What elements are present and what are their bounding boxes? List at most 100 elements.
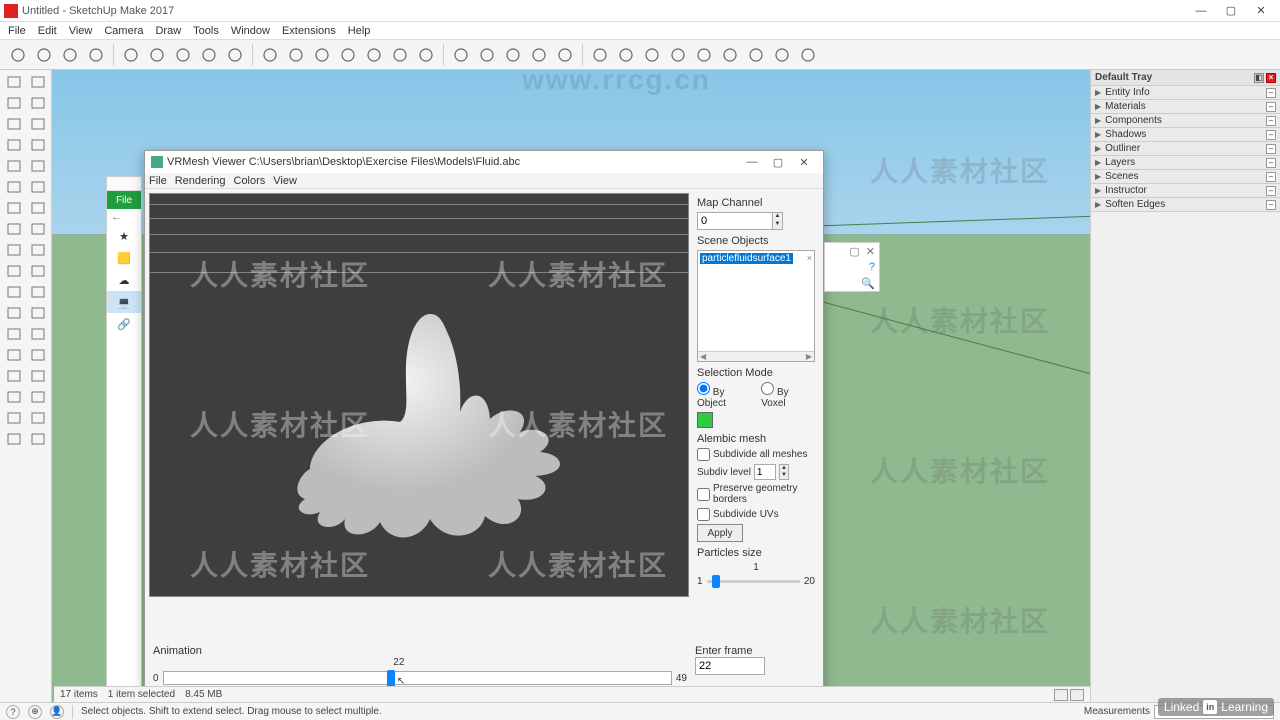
tray-item-soften-edges[interactable]: ▶Soften Edges– xyxy=(1091,198,1280,212)
tray-collapse-icon[interactable]: – xyxy=(1266,200,1276,210)
ring-icon[interactable] xyxy=(744,43,768,67)
tray-item-materials[interactable]: ▶Materials– xyxy=(1091,100,1280,114)
tray-collapse-icon[interactable]: – xyxy=(1266,88,1276,98)
freehand-icon[interactable] xyxy=(26,114,49,134)
selection-color-swatch[interactable] xyxy=(697,412,713,428)
dialog-menu-view[interactable]: View xyxy=(273,175,297,187)
tape-icon[interactable] xyxy=(2,282,25,302)
person-icon[interactable]: 👤 xyxy=(50,705,64,719)
zoom-icon[interactable] xyxy=(2,345,25,365)
enter-frame-input[interactable] xyxy=(695,657,765,675)
explorer-onedrive-icon[interactable]: ☁ xyxy=(107,269,141,291)
subdiv-level-input[interactable] xyxy=(754,464,776,480)
tray-close-icon[interactable]: × xyxy=(1266,73,1276,83)
paint-icon[interactable] xyxy=(2,93,25,113)
shape-star-icon[interactable] xyxy=(362,43,386,67)
protractor-icon[interactable] xyxy=(26,282,49,302)
geo-icon[interactable]: ⊕ xyxy=(28,705,42,719)
fragment-close-icon[interactable]: ✕ xyxy=(866,245,875,257)
cube-multi-icon[interactable] xyxy=(614,43,638,67)
explorer-quick-access-icon[interactable]: ★ xyxy=(107,225,141,247)
view-details-icon[interactable] xyxy=(1054,689,1068,701)
shape-circle-icon[interactable] xyxy=(284,43,308,67)
box-icon[interactable] xyxy=(475,43,499,67)
walk-icon[interactable] xyxy=(2,387,25,407)
dialog-minimize-button[interactable]: — xyxy=(739,152,765,172)
tray-item-components[interactable]: ▶Components– xyxy=(1091,114,1280,128)
prev-icon[interactable] xyxy=(26,408,49,428)
layer-icon[interactable] xyxy=(119,43,143,67)
material-icon[interactable] xyxy=(553,43,577,67)
fragment-search-icon[interactable]: 🔍 xyxy=(861,277,875,289)
viewport[interactable]: www.rrcg.cn 人人素材社区 人人素材社区 人人素材社区 人人素材社区 … xyxy=(52,70,1090,702)
cube-solid-icon[interactable] xyxy=(692,43,716,67)
spring-icon[interactable] xyxy=(527,43,551,67)
pie-icon[interactable] xyxy=(26,177,49,197)
pencil-icon[interactable] xyxy=(2,114,25,134)
cube-outline-icon[interactable] xyxy=(666,43,690,67)
tray-item-shadows[interactable]: ▶Shadows– xyxy=(1091,128,1280,142)
window-close-button[interactable]: ✕ xyxy=(1246,1,1276,21)
scale-icon[interactable] xyxy=(2,240,25,260)
menu-help[interactable]: Help xyxy=(344,25,375,37)
tray-collapse-icon[interactable]: – xyxy=(1266,158,1276,168)
cloud-icon[interactable] xyxy=(84,43,108,67)
map-channel-spinner[interactable]: ▲▼ xyxy=(773,212,783,230)
explorer-file-tab[interactable]: File xyxy=(107,191,141,209)
scene-objects-listbox[interactable]: particlefluidsurface1 × ◀▶ xyxy=(697,250,815,362)
shape-hex-icon[interactable] xyxy=(336,43,360,67)
apply-button[interactable]: Apply xyxy=(697,524,743,542)
fragment-maximize-icon[interactable]: ▢ xyxy=(849,245,859,257)
subdivide-uvs-checkbox[interactable]: Subdivide UVs xyxy=(697,508,815,521)
layer-front-icon[interactable] xyxy=(145,43,169,67)
arc-icon[interactable] xyxy=(2,177,25,197)
fragment-help-icon[interactable]: ? xyxy=(869,261,875,273)
menu-view[interactable]: View xyxy=(65,25,97,37)
shape-rect-icon[interactable] xyxy=(258,43,282,67)
menu-draw[interactable]: Draw xyxy=(151,25,185,37)
tray-collapse-icon[interactable]: – xyxy=(1266,130,1276,140)
circle-tool-icon[interactable] xyxy=(2,156,25,176)
animation-slider[interactable]: ↖ xyxy=(163,671,672,685)
tray-item-entity-info[interactable]: ▶Entity Info– xyxy=(1091,86,1280,100)
circle-icon[interactable] xyxy=(32,43,56,67)
shape-arc-icon[interactable] xyxy=(414,43,438,67)
scene-objects-scrollbar[interactable]: ◀▶ xyxy=(698,351,814,361)
dimension-icon[interactable] xyxy=(2,324,25,344)
zoom-extents-icon[interactable] xyxy=(26,345,49,365)
explorer-desktop-icon[interactable]: 🟨 xyxy=(107,247,141,269)
rectangle-icon[interactable] xyxy=(2,135,25,155)
position-icon[interactable] xyxy=(2,408,25,428)
dialog-close-button[interactable]: ✕ xyxy=(791,152,817,172)
explorer-back-button[interactable]: ← xyxy=(107,209,141,225)
tray-item-outliner[interactable]: ▶Outliner– xyxy=(1091,142,1280,156)
people-icon[interactable] xyxy=(2,429,25,449)
cube-select-icon[interactable] xyxy=(588,43,612,67)
map-channel-input[interactable] xyxy=(697,212,773,230)
followme-icon[interactable] xyxy=(26,261,49,281)
look-icon[interactable] xyxy=(26,387,49,407)
tray-collapse-icon[interactable]: – xyxy=(1266,186,1276,196)
help-hint-icon[interactable]: ? xyxy=(6,705,20,719)
select-icon[interactable] xyxy=(2,72,25,92)
preserve-borders-checkbox[interactable]: Preserve geometry borders xyxy=(697,483,815,505)
note-icon[interactable] xyxy=(640,43,664,67)
bezier-icon[interactable] xyxy=(2,198,25,218)
shape-round-icon[interactable] xyxy=(388,43,412,67)
particles-size-slider[interactable] xyxy=(707,580,800,583)
new-model-icon[interactable] xyxy=(6,43,30,67)
pan-icon[interactable] xyxy=(26,366,49,386)
rotate-icon[interactable] xyxy=(26,219,49,239)
menu-file[interactable]: File xyxy=(4,25,30,37)
tray-item-instructor[interactable]: ▶Instructor– xyxy=(1091,184,1280,198)
pushpull-icon[interactable] xyxy=(2,261,25,281)
move-icon[interactable] xyxy=(2,219,25,239)
shape-tri-icon[interactable] xyxy=(310,43,334,67)
component-icon[interactable] xyxy=(26,429,49,449)
tray-collapse-icon[interactable]: – xyxy=(1266,172,1276,182)
section-icon[interactable] xyxy=(26,324,49,344)
eraser-icon[interactable] xyxy=(26,93,49,113)
cube-small-icon[interactable] xyxy=(26,72,49,92)
dialog-menu-rendering[interactable]: Rendering xyxy=(175,175,226,187)
tray-collapse-icon[interactable]: – xyxy=(1266,144,1276,154)
